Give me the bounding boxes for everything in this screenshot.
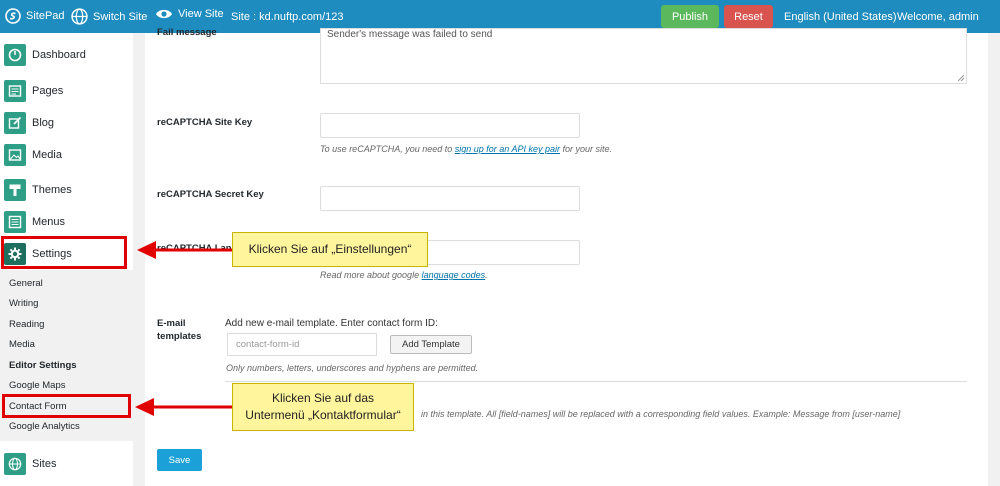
callout-settings: Klicken Sie auf „Einstellungen“ xyxy=(232,232,428,267)
callout-contact-form-line2: Untermenü „Kontaktformular“ xyxy=(245,408,401,422)
callout-contact-form-line1: Klicken Sie auf das xyxy=(271,391,375,405)
arrow-to-contact-form xyxy=(135,398,232,416)
arrow-to-settings xyxy=(137,241,232,259)
annotation-arrows xyxy=(135,241,232,416)
callout-contact-form: Klicken Sie auf das Untermenü „Kontaktfo… xyxy=(232,383,414,431)
